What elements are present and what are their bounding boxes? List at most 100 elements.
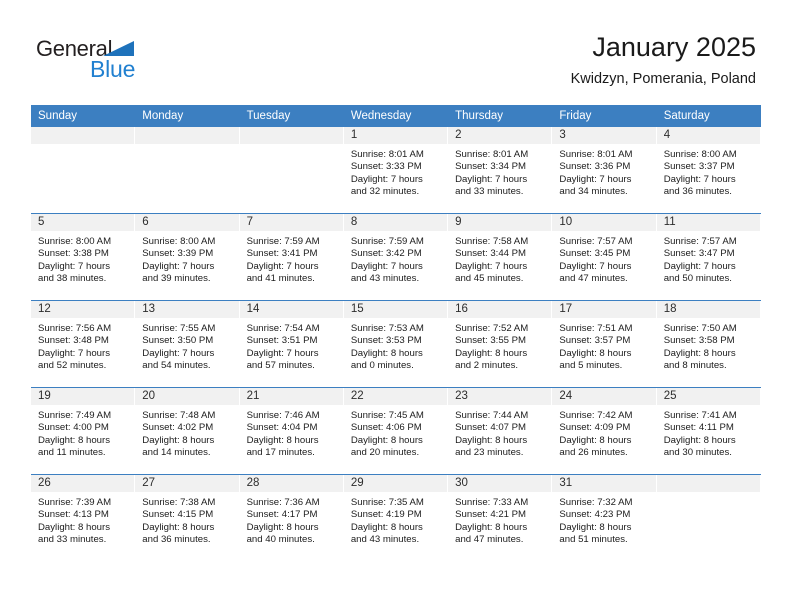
day-info: Sunrise: 7:54 AM Sunset: 3:51 PM Daylight:…: [240, 318, 343, 373]
sunset-text: Sunset: 3:42 PM: [350, 248, 422, 260]
calendar-day-cell[interactable]: 21 Sunrise: 7:46 AM Sunset: 4:04 PM Dayligh…: [239, 388, 344, 475]
daylight-text-line2: and 54 minutes.: [142, 360, 211, 372]
sunrise-text: Sunrise: 7:53 AM: [350, 323, 424, 334]
day-info: Sunrise: 7:53 AM Sunset: 3:53 PM Daylight:…: [344, 318, 447, 373]
sunset-text: Sunset: 3:53 PM: [350, 335, 422, 347]
calendar-day-cell[interactable]: 24 Sunrise: 7:42 AM Sunset: 4:09 PM Dayligh…: [552, 388, 657, 475]
calendar-day-cell[interactable]: 13 Sunrise: 7:55 AM Sunset: 3:50 PM Dayligh…: [135, 301, 240, 388]
daylight-text-line1: Daylight: 7 hours: [455, 173, 528, 185]
sunset-text: Sunset: 3:55 PM: [455, 335, 527, 347]
daylight-text-line1: Daylight: 7 hours: [663, 173, 736, 185]
sunset-text: Sunset: 3:34 PM: [455, 161, 527, 173]
daylight-text-line2: and 40 minutes.: [246, 534, 315, 546]
daylight-text-line2: and 32 minutes.: [350, 186, 420, 198]
sunrise-text: Sunrise: 8:00 AM: [38, 236, 112, 247]
weekday-header-wednesday: Wednesday: [343, 105, 449, 127]
calendar-day-cell[interactable]: 12 Sunrise: 7:56 AM Sunset: 3:48 PM Dayligh…: [31, 301, 136, 388]
calendar-day-cell[interactable]: 8 Sunrise: 7:59 AM Sunset: 3:42 PM Daylight…: [343, 214, 449, 301]
title-block: January 2025 Kwidzyn, Pomerania, Poland: [571, 30, 756, 89]
calendar-day-cell[interactable]: 5 Sunrise: 8:00 AM Sunset: 3:38 PM Daylight…: [31, 214, 136, 301]
calendar-day-cell[interactable]: 31 Sunrise: 7:32 AM Sunset: 4:23 PM Dayligh…: [552, 475, 657, 561]
day-number: [656, 475, 760, 492]
daylight-text-line2: and 23 minutes.: [455, 447, 524, 459]
calendar-day-cell[interactable]: 15 Sunrise: 7:53 AM Sunset: 3:53 PM Dayligh…: [343, 301, 449, 388]
daylight-text-line2: and 14 minutes.: [142, 447, 211, 459]
day-number: 9: [448, 214, 552, 231]
calendar-day-cell[interactable]: 18 Sunrise: 7:50 AM Sunset: 3:58 PM Dayligh…: [656, 301, 761, 388]
calendar-day-cell[interactable]: 20 Sunrise: 7:48 AM Sunset: 4:02 PM Dayligh…: [135, 388, 240, 475]
sunrise-text: Sunrise: 8:01 AM: [559, 149, 633, 160]
calendar-day-cell[interactable]: 6 Sunrise: 8:00 AM Sunset: 3:39 PM Daylight…: [135, 214, 240, 301]
daylight-text-line1: Daylight: 8 hours: [455, 434, 528, 446]
sunset-text: Sunset: 4:04 PM: [246, 422, 318, 434]
calendar-day-cell[interactable]: 19 Sunrise: 7:49 AM Sunset: 4:00 PM Dayligh…: [31, 388, 136, 475]
day-number: 10: [552, 214, 656, 231]
calendar-day-cell[interactable]: 2 Sunrise: 8:01 AM Sunset: 3:34 PM Daylight…: [448, 127, 553, 214]
day-number: 15: [343, 301, 448, 318]
calendar-day-cell[interactable]: 23 Sunrise: 7:44 AM Sunset: 4:07 PM Dayligh…: [448, 388, 553, 475]
day-number: 30: [448, 475, 552, 492]
sunset-text: Sunset: 4:00 PM: [38, 422, 109, 434]
daylight-text-line2: and 20 minutes.: [350, 447, 420, 459]
logo-text-blue: Blue: [90, 56, 136, 82]
daylight-text-line2: and 11 minutes.: [38, 447, 106, 459]
daylight-text-line2: and 38 minutes.: [38, 273, 107, 285]
day-info: Sunrise: 7:58 AM Sunset: 3:44 PM Daylight:…: [448, 231, 551, 286]
day-info: Sunrise: 7:59 AM Sunset: 3:42 PM Daylight:…: [344, 231, 447, 286]
daylight-text-line1: Daylight: 7 hours: [142, 260, 215, 272]
calendar-day-cell[interactable]: 1 Sunrise: 8:01 AM Sunset: 3:33 PM Daylight…: [343, 127, 449, 214]
calendar-day-cell[interactable]: 30 Sunrise: 7:33 AM Sunset: 4:21 PM Dayligh…: [448, 475, 553, 561]
calendar-day-cell[interactable]: 28 Sunrise: 7:36 AM Sunset: 4:17 PM Dayligh…: [239, 475, 344, 561]
day-number: 11: [656, 214, 760, 231]
calendar-day-cell[interactable]: 27 Sunrise: 7:38 AM Sunset: 4:15 PM Dayligh…: [135, 475, 240, 561]
day-number: [31, 127, 135, 144]
day-info: Sunrise: 8:00 AM Sunset: 3:38 PM Daylight:…: [31, 231, 134, 286]
sunset-text: Sunset: 3:57 PM: [559, 335, 631, 347]
calendar-day-cell[interactable]: 14 Sunrise: 7:54 AM Sunset: 3:51 PM Dayligh…: [239, 301, 344, 388]
daylight-text-line2: and 52 minutes.: [38, 360, 107, 372]
calendar-day-cell[interactable]: 25 Sunrise: 7:41 AM Sunset: 4:11 PM Dayligh…: [656, 388, 761, 475]
sunrise-text: Sunrise: 7:57 AM: [663, 236, 737, 247]
daylight-text-line1: Daylight: 8 hours: [38, 434, 110, 446]
day-info: Sunrise: 7:46 AM Sunset: 4:04 PM Daylight:…: [240, 405, 343, 460]
day-info: Sunrise: 8:01 AM Sunset: 3:34 PM Daylight:…: [448, 144, 551, 199]
day-info: [31, 144, 134, 149]
daylight-text-line1: Daylight: 8 hours: [559, 434, 632, 446]
daylight-text-line1: Daylight: 8 hours: [559, 521, 632, 533]
calendar-day-cell[interactable]: 11 Sunrise: 7:57 AM Sunset: 3:47 PM Dayligh…: [656, 214, 761, 301]
day-number: 20: [135, 388, 239, 405]
day-info: Sunrise: 7:55 AM Sunset: 3:50 PM Daylight:…: [135, 318, 238, 373]
sunset-text: Sunset: 4:19 PM: [350, 509, 422, 521]
general-blue-logo[interactable]: General Blue: [36, 36, 176, 84]
day-info: Sunrise: 7:51 AM Sunset: 3:57 PM Daylight:…: [552, 318, 655, 373]
weekday-header-thursday: Thursday: [448, 105, 553, 127]
calendar-day-cell[interactable]: 3 Sunrise: 8:01 AM Sunset: 3:36 PM Daylight…: [552, 127, 657, 214]
weekday-header-saturday: Saturday: [656, 105, 761, 127]
sunrise-text: Sunrise: 7:32 AM: [559, 497, 633, 508]
day-number: 3: [552, 127, 656, 144]
daylight-text-line2: and 47 minutes.: [559, 273, 628, 285]
day-number: 26: [31, 475, 135, 492]
calendar-day-cell[interactable]: 26 Sunrise: 7:39 AM Sunset: 4:13 PM Dayligh…: [31, 475, 136, 561]
calendar-day-cell[interactable]: 29 Sunrise: 7:35 AM Sunset: 4:19 PM Dayligh…: [343, 475, 449, 561]
day-number: 29: [343, 475, 448, 492]
sunrise-text: Sunrise: 7:59 AM: [350, 236, 424, 247]
daylight-text-line1: Daylight: 7 hours: [246, 260, 319, 272]
day-info: Sunrise: 8:01 AM Sunset: 3:36 PM Daylight:…: [552, 144, 655, 199]
calendar-day-cell[interactable]: 7 Sunrise: 7:59 AM Sunset: 3:41 PM Daylight…: [239, 214, 344, 301]
day-number: 17: [552, 301, 656, 318]
sunrise-text: Sunrise: 7:57 AM: [559, 236, 633, 247]
day-number: 19: [31, 388, 135, 405]
calendar-day-cell[interactable]: 9 Sunrise: 7:58 AM Sunset: 3:44 PM Daylight…: [448, 214, 553, 301]
sunset-text: Sunset: 4:23 PM: [559, 509, 631, 521]
calendar-day-cell[interactable]: 22 Sunrise: 7:45 AM Sunset: 4:06 PM Dayligh…: [343, 388, 449, 475]
daylight-text-line1: Daylight: 7 hours: [38, 347, 110, 359]
calendar-day-cell[interactable]: 4 Sunrise: 8:00 AM Sunset: 3:37 PM Daylight…: [656, 127, 761, 214]
calendar-day-cell[interactable]: 10 Sunrise: 7:57 AM Sunset: 3:45 PM Dayligh…: [552, 214, 657, 301]
calendar-day-cell[interactable]: 16 Sunrise: 7:52 AM Sunset: 3:55 PM Dayligh…: [448, 301, 553, 388]
calendar-day-cell[interactable]: 17 Sunrise: 7:51 AM Sunset: 3:57 PM Dayligh…: [552, 301, 657, 388]
sunset-text: Sunset: 3:47 PM: [663, 248, 735, 260]
daylight-text-line1: Daylight: 7 hours: [559, 173, 632, 185]
daylight-text-line2: and 39 minutes.: [142, 273, 211, 285]
page-title: January 2025: [592, 32, 756, 62]
